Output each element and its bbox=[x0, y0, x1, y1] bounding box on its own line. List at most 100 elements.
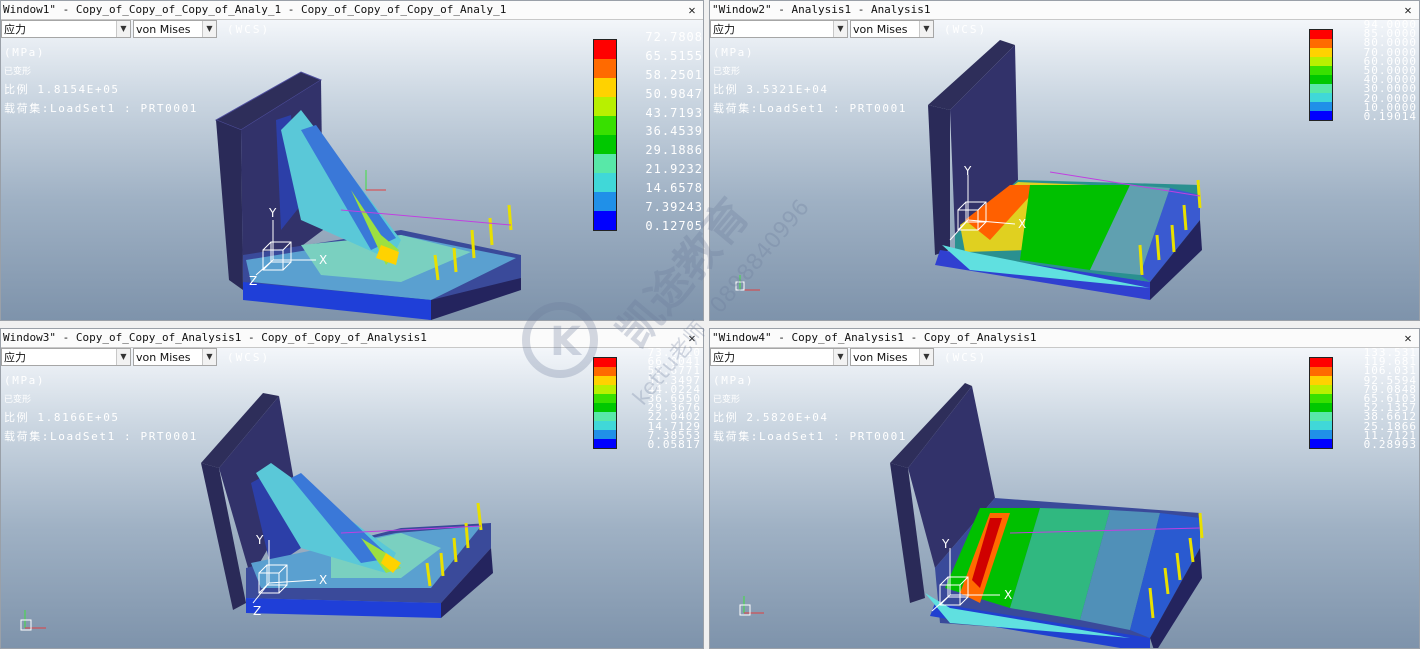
chevron-down-icon: ▼ bbox=[116, 349, 130, 365]
quantity-dropdown[interactable]: 应力 ▼ bbox=[1, 348, 131, 366]
legend-value: 29.1886 bbox=[645, 143, 703, 158]
units-label: (MPa) bbox=[4, 374, 46, 387]
legend-color-bar bbox=[1309, 29, 1333, 121]
measure-value: von Mises bbox=[136, 23, 191, 36]
quantity-dropdown[interactable]: 应力 ▼ bbox=[1, 20, 131, 38]
legend-value: 50.9847 bbox=[645, 86, 703, 101]
chevron-down-icon: ▼ bbox=[202, 21, 216, 37]
legend-swatch bbox=[594, 430, 616, 439]
legend-swatch bbox=[594, 385, 616, 394]
window-2-viewport[interactable]: Y X 应力 ▼ von Mises ▼ (WCS) (MPa) 已变形 比例 3.… bbox=[710, 20, 1419, 320]
result-toolbar: 应力 ▼ von Mises ▼ bbox=[710, 20, 934, 40]
svg-text:Y: Y bbox=[963, 164, 972, 178]
window-1-viewport[interactable]: Y X Z 应力 ▼ von Mises ▼ (WCS) (MPa) 已变形 比例 … bbox=[1, 20, 703, 320]
scale-label: 比例 3.5321E+04 bbox=[713, 83, 829, 96]
close-icon[interactable]: ✕ bbox=[685, 1, 699, 19]
deformed-label: 已变形 bbox=[713, 394, 741, 405]
wcs-label: (WCS) bbox=[227, 351, 271, 364]
close-icon[interactable]: ✕ bbox=[1401, 329, 1415, 347]
legend-value: 0.05817 bbox=[647, 438, 701, 452]
measure-value: von Mises bbox=[853, 351, 908, 364]
window-3: Window3" - Copy_of_Copy_of_Analysis1 - C… bbox=[0, 328, 704, 649]
measure-dropdown[interactable]: von Mises ▼ bbox=[133, 20, 217, 38]
legend-color-bar bbox=[593, 357, 617, 449]
window-1: Window1" - Copy_of_Copy_of_Copy_of_Analy… bbox=[0, 0, 704, 321]
svg-text:Y: Y bbox=[941, 537, 950, 551]
legend-labels: 72.7808 65.5155 58.2501 50.9847 43.7193 … bbox=[633, 30, 703, 238]
close-icon[interactable]: ✕ bbox=[1401, 1, 1415, 19]
scale-label: 比例 2.5820E+04 bbox=[713, 411, 829, 424]
wcs-label: (WCS) bbox=[944, 351, 988, 364]
svg-text:Z: Z bbox=[253, 604, 261, 618]
svg-text:X: X bbox=[1004, 588, 1012, 602]
deformed-label: 已变形 bbox=[713, 66, 741, 77]
quantity-value: 应力 bbox=[713, 351, 735, 364]
legend-swatch bbox=[594, 403, 616, 412]
chevron-down-icon: ▼ bbox=[919, 349, 933, 365]
legend-swatch bbox=[1310, 430, 1332, 439]
legend-swatch bbox=[1310, 403, 1332, 412]
legend-swatch bbox=[1310, 358, 1332, 367]
legend-value: 72.7808 bbox=[645, 30, 703, 44]
legend-value: 36.4539 bbox=[645, 124, 703, 139]
quantity-value: 应力 bbox=[713, 23, 735, 36]
legend-swatch bbox=[594, 367, 616, 376]
loadset-label: 载荷集:LoadSet1 : PRT0001 bbox=[4, 429, 199, 443]
legend-swatch bbox=[1310, 367, 1332, 376]
legend-swatch bbox=[594, 173, 616, 192]
chevron-down-icon: ▼ bbox=[833, 21, 847, 37]
legend-swatch bbox=[594, 376, 616, 385]
legend-value: 14.6578 bbox=[645, 181, 703, 196]
loadset-label: 载荷集:LoadSet1 : PRT0001 bbox=[713, 429, 908, 443]
svg-text:Y: Y bbox=[255, 533, 264, 547]
legend-swatch bbox=[1310, 421, 1332, 430]
window-3-viewport[interactable]: Y X Z 应力 ▼ von Mises ▼ (WCS) (MPa) 已变形 比例 … bbox=[1, 348, 703, 648]
quantity-dropdown[interactable]: 应力 ▼ bbox=[710, 348, 848, 366]
quantity-dropdown[interactable]: 应力 ▼ bbox=[710, 20, 848, 38]
result-info: (MPa) 已变形 比例 1.8154E+05 载荷集:LoadSet1 : P… bbox=[4, 44, 198, 118]
deformed-label: 已变形 bbox=[4, 394, 32, 405]
legend-swatch bbox=[594, 40, 616, 59]
measure-value: von Mises bbox=[136, 351, 191, 364]
wcs-label: (WCS) bbox=[227, 23, 271, 36]
legend-swatch bbox=[594, 59, 616, 78]
wcs-label: (WCS) bbox=[944, 23, 988, 36]
measure-dropdown[interactable]: von Mises ▼ bbox=[850, 20, 934, 38]
legend-value: 0.28993 bbox=[1363, 438, 1417, 452]
legend-value: 0.19014 bbox=[1363, 110, 1417, 124]
result-toolbar: 应力 ▼ von Mises ▼ bbox=[1, 348, 217, 368]
units-label: (MPa) bbox=[4, 46, 46, 59]
legend-swatch bbox=[1310, 84, 1332, 93]
window-4-viewport[interactable]: Y X 应力 ▼ von Mises ▼ (WCS) (MPa) 已变形 比例 2.… bbox=[710, 348, 1419, 648]
legend-swatch bbox=[594, 154, 616, 173]
legend-swatch bbox=[1310, 75, 1332, 84]
legend-swatch bbox=[594, 78, 616, 97]
legend-swatch bbox=[1310, 39, 1332, 48]
legend-labels: 73.3310 66.0041 58.6771 51.3497 44.0224 … bbox=[639, 348, 701, 452]
measure-dropdown[interactable]: von Mises ▼ bbox=[133, 348, 217, 366]
legend-swatch bbox=[1310, 48, 1332, 57]
units-label: (MPa) bbox=[713, 374, 755, 387]
legend-labels: 94.0000 85.0000 80.0000 70.0000 60.0000 … bbox=[1355, 20, 1417, 124]
legend-swatch bbox=[594, 412, 616, 421]
chevron-down-icon: ▼ bbox=[202, 349, 216, 365]
svg-text:X: X bbox=[1018, 217, 1026, 231]
legend-swatch bbox=[1310, 93, 1332, 102]
close-icon[interactable]: ✕ bbox=[685, 329, 699, 347]
result-info: (MPa) 已变形 比例 1.8166E+05 载荷集:LoadSet1 : P… bbox=[4, 372, 198, 446]
legend-value: 58.2501 bbox=[645, 67, 703, 82]
result-info: (MPa) 已变形 比例 2.5820E+04 载荷集:LoadSet1 : P… bbox=[713, 372, 907, 446]
measure-dropdown[interactable]: von Mises ▼ bbox=[850, 348, 934, 366]
legend-value: 43.7193 bbox=[645, 105, 703, 120]
svg-text:Y: Y bbox=[268, 206, 277, 220]
legend-color-bar bbox=[593, 39, 617, 231]
legend-swatch bbox=[1310, 385, 1332, 394]
legend-swatch bbox=[1310, 412, 1332, 421]
loadset-label: 载荷集:LoadSet1 : PRT0001 bbox=[713, 101, 908, 115]
legend-value: 21.9232 bbox=[645, 162, 703, 177]
legend-swatch bbox=[594, 97, 616, 116]
window-2-title: "Window2" - Analysis1 - Analysis1 bbox=[710, 1, 1419, 20]
window-1-title: Window1" - Copy_of_Copy_of_Copy_of_Analy… bbox=[1, 1, 703, 20]
window-2: "Window2" - Analysis1 - Analysis1 ✕ Y X … bbox=[709, 0, 1420, 321]
legend-swatch bbox=[594, 135, 616, 154]
